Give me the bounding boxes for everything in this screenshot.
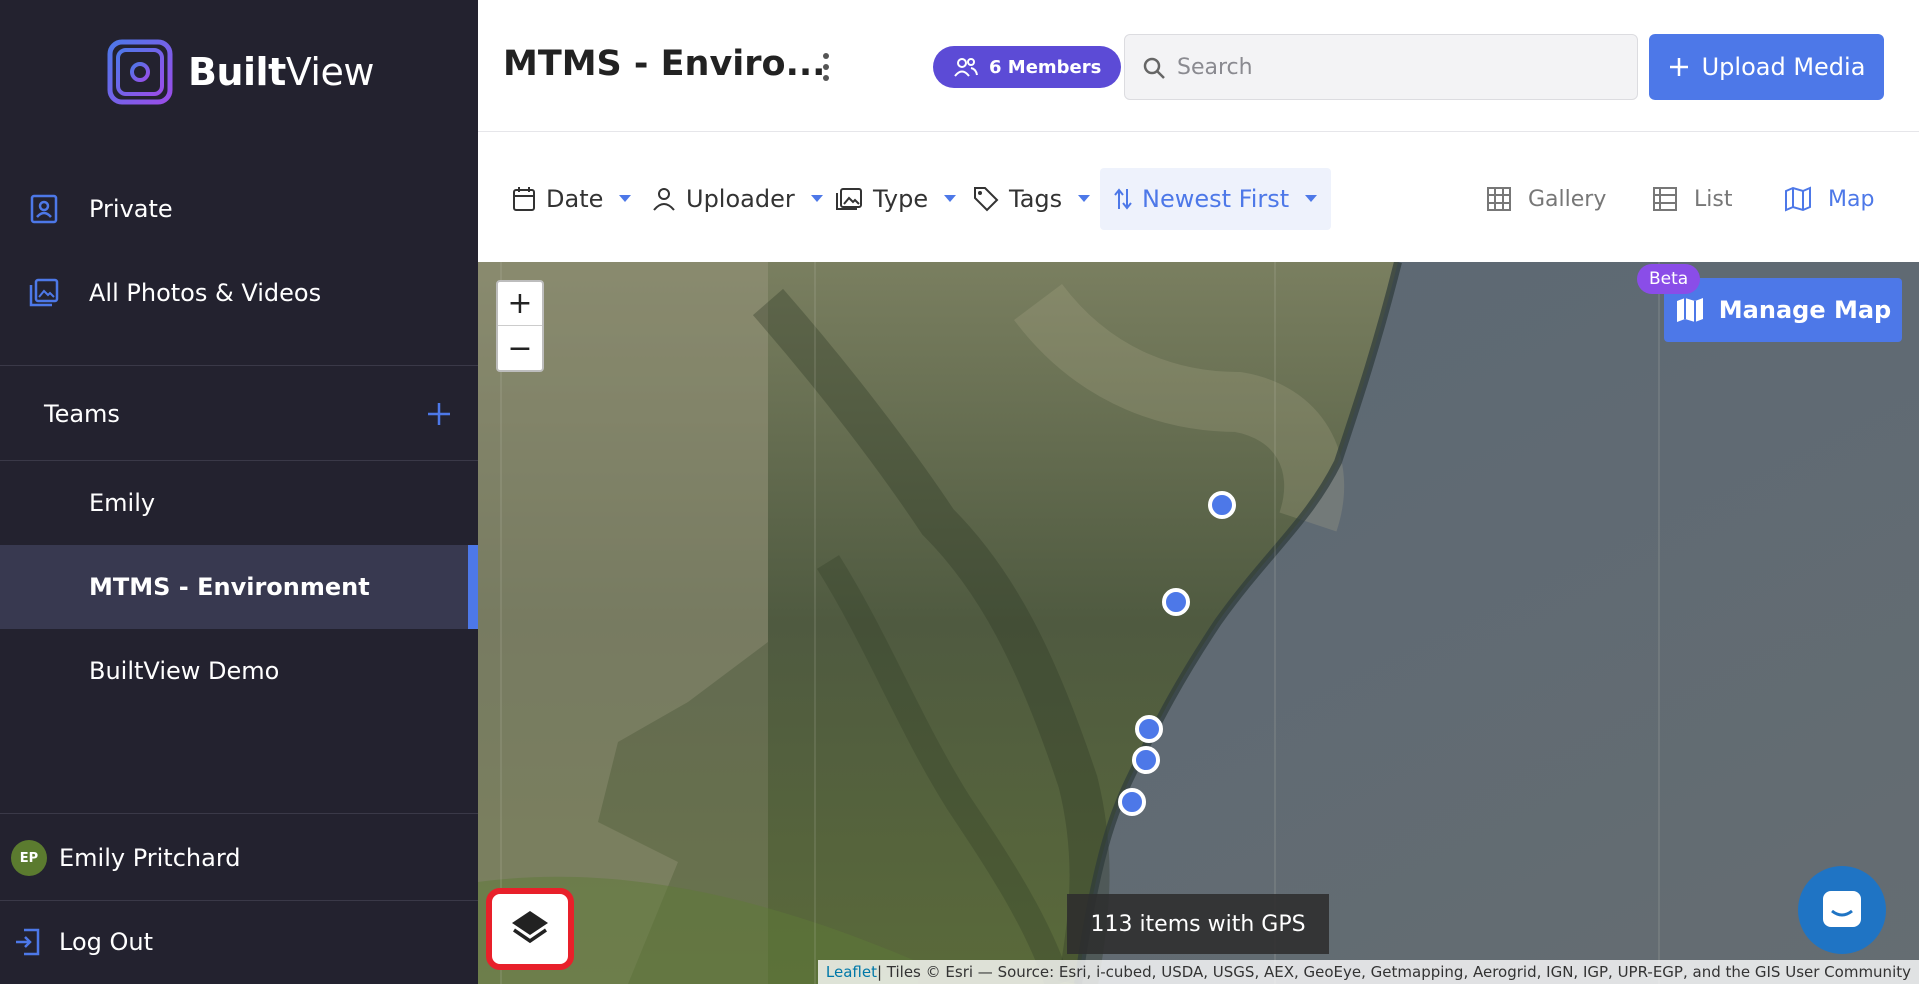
team-item-mtms-environment[interactable]: MTMS - Environment bbox=[0, 545, 478, 629]
plus-icon bbox=[1669, 58, 1688, 76]
chat-icon bbox=[1823, 891, 1861, 927]
tag-icon bbox=[974, 187, 999, 212]
filter-date-label: Date bbox=[546, 185, 604, 213]
builtview-logo-icon bbox=[107, 39, 173, 105]
gps-count-label: 113 items with GPS bbox=[1067, 894, 1329, 954]
sidebar-divider bbox=[0, 365, 478, 366]
map-attribution: Leaflet | Tiles © Esri — Source: Esri, i… bbox=[817, 960, 1919, 984]
manage-map-button[interactable]: Manage Map bbox=[1664, 278, 1902, 342]
map-marker[interactable] bbox=[1118, 788, 1146, 816]
caret-down-icon bbox=[1078, 195, 1091, 202]
logout-icon bbox=[16, 928, 40, 956]
caret-down-icon bbox=[1305, 195, 1318, 202]
team-item-label: BuiltView Demo bbox=[89, 657, 280, 685]
sidebar-item-all-photos[interactable]: All Photos & Videos bbox=[0, 251, 478, 335]
upload-label: Upload Media bbox=[1701, 53, 1866, 81]
filter-tags[interactable]: Tags bbox=[973, 168, 1091, 230]
map-marker[interactable] bbox=[1132, 746, 1160, 774]
view-list[interactable]: List bbox=[1652, 168, 1732, 230]
sort-dropdown[interactable]: Newest First bbox=[1100, 168, 1332, 230]
view-list-label: List bbox=[1694, 186, 1733, 212]
sort-label: Newest First bbox=[1142, 185, 1290, 213]
view-gallery-label: Gallery bbox=[1528, 186, 1607, 212]
page-header: MTMS - Enviro... 6 Members Search Upload… bbox=[478, 0, 1919, 132]
search-icon bbox=[1143, 57, 1165, 79]
team-item-label: MTMS - Environment bbox=[89, 573, 370, 601]
filter-uploader-label: Uploader bbox=[686, 185, 795, 213]
zoom-in-button[interactable]: + bbox=[498, 282, 542, 326]
view-map[interactable]: Map bbox=[1784, 168, 1874, 230]
map-icon bbox=[1785, 186, 1811, 212]
logout-button[interactable]: Log Out bbox=[0, 900, 478, 984]
search-input[interactable] bbox=[1177, 35, 1627, 99]
avatar: EP bbox=[11, 840, 47, 876]
filter-tags-label: Tags bbox=[1009, 185, 1063, 213]
map-icon bbox=[1676, 298, 1703, 322]
team-item-label: Emily bbox=[89, 489, 156, 517]
filter-date[interactable]: Date bbox=[512, 168, 632, 230]
more-options-icon[interactable] bbox=[812, 50, 840, 84]
map-view[interactable]: + − Manage Map Beta 113 items with GPS L… bbox=[478, 262, 1919, 984]
leaflet-link[interactable]: Leaflet bbox=[826, 963, 877, 981]
satellite-map-tiles bbox=[478, 262, 1919, 984]
layers-icon bbox=[512, 911, 548, 944]
image-icon bbox=[836, 188, 862, 210]
photo-library-icon bbox=[29, 278, 59, 307]
caret-down-icon bbox=[944, 195, 957, 202]
page-title: MTMS - Enviro... bbox=[503, 44, 826, 84]
zoom-out-button[interactable]: − bbox=[498, 326, 542, 370]
sidebar-item-private[interactable]: Private bbox=[0, 167, 478, 251]
filter-type-label: Type bbox=[873, 185, 929, 213]
portrait-icon bbox=[30, 194, 58, 224]
caret-down-icon bbox=[810, 195, 823, 202]
user-profile[interactable]: EP Emily Pritchard bbox=[0, 816, 478, 900]
layers-button[interactable] bbox=[486, 888, 574, 970]
search-box bbox=[1124, 34, 1638, 100]
sidebar: BuiltView Private All Photos & Videos Te… bbox=[0, 0, 478, 984]
map-marker[interactable] bbox=[1208, 491, 1236, 519]
members-label: 6 Members bbox=[989, 56, 1102, 78]
map-marker[interactable] bbox=[1162, 588, 1190, 616]
people-icon bbox=[954, 58, 978, 77]
manage-map-label: Manage Map bbox=[1718, 296, 1892, 324]
person-icon bbox=[653, 188, 675, 211]
calendar-icon bbox=[513, 187, 535, 211]
user-name: Emily Pritchard bbox=[59, 844, 241, 872]
list-icon bbox=[1653, 187, 1677, 211]
view-map-label: Map bbox=[1828, 186, 1875, 212]
logo-text: BuiltView bbox=[188, 50, 374, 94]
team-item-emily[interactable]: Emily bbox=[0, 461, 478, 545]
map-marker[interactable] bbox=[1135, 715, 1163, 743]
caret-down-icon bbox=[619, 195, 632, 202]
app-logo[interactable]: BuiltView bbox=[106, 38, 374, 106]
filter-type[interactable]: Type bbox=[835, 168, 957, 230]
sort-icon bbox=[1114, 188, 1132, 210]
zoom-control: + − bbox=[496, 280, 544, 372]
sidebar-item-label: Private bbox=[89, 195, 173, 223]
chat-launcher-button[interactable] bbox=[1798, 866, 1886, 954]
add-team-icon[interactable] bbox=[424, 399, 454, 429]
attribution-text: | Tiles © Esri — Source: Esri, i-cubed, … bbox=[876, 963, 1911, 981]
sidebar-item-label: All Photos & Videos bbox=[89, 279, 322, 307]
upload-media-button[interactable]: Upload Media bbox=[1649, 34, 1884, 100]
teams-label: Teams bbox=[44, 400, 120, 428]
logout-label: Log Out bbox=[59, 928, 154, 956]
beta-badge: Beta bbox=[1637, 264, 1701, 294]
members-button[interactable]: 6 Members bbox=[933, 46, 1122, 88]
team-item-builtview-demo[interactable]: BuiltView Demo bbox=[0, 629, 478, 713]
sidebar-divider bbox=[0, 813, 478, 814]
teams-header: Teams bbox=[0, 372, 478, 456]
filter-bar: Date Uploader Type Tags Newest First Gal… bbox=[478, 132, 1919, 262]
grid-icon bbox=[1487, 187, 1511, 211]
filter-uploader[interactable]: Uploader bbox=[652, 168, 823, 230]
view-gallery[interactable]: Gallery bbox=[1486, 168, 1606, 230]
